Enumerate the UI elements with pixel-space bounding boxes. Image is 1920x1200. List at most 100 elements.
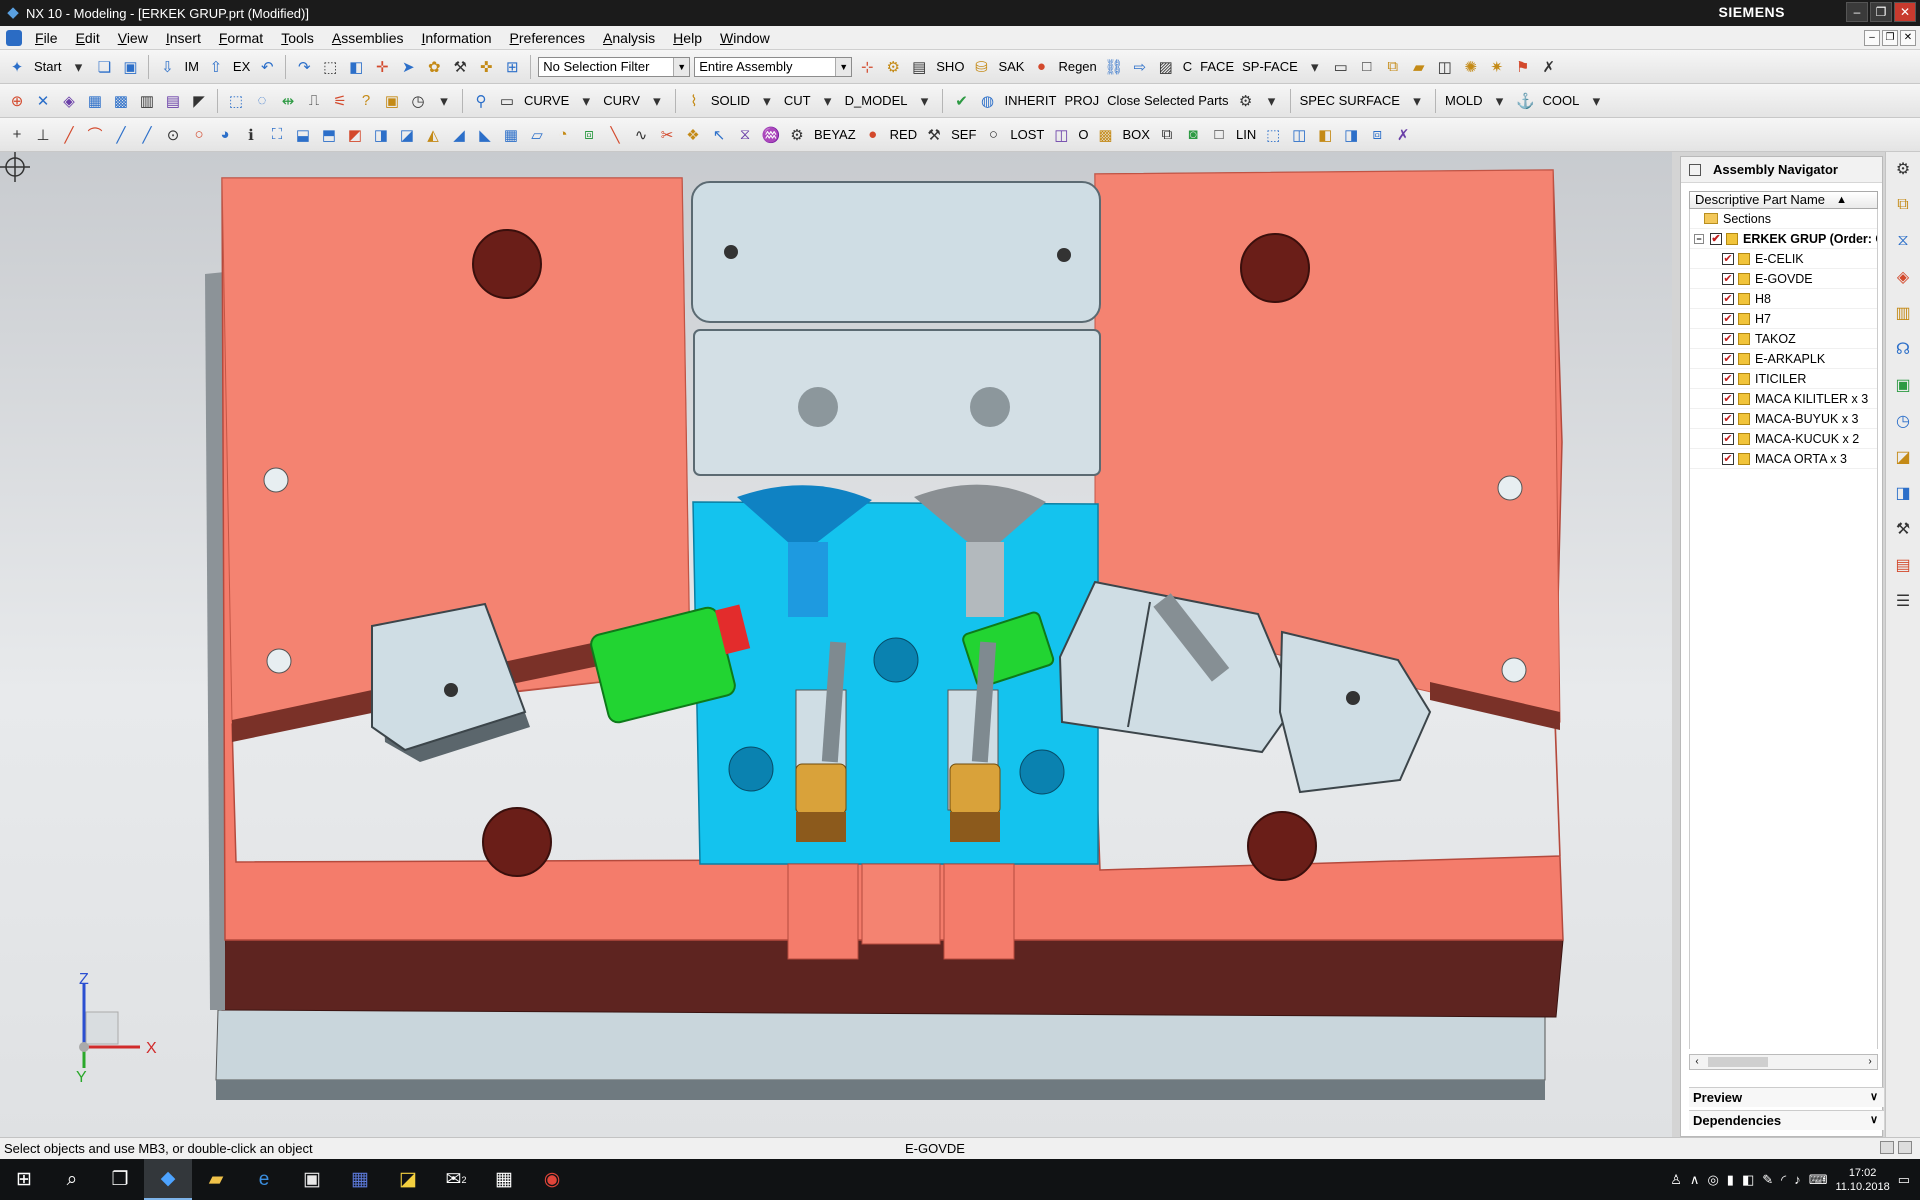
mold-button[interactable]: MOLD <box>1443 93 1485 108</box>
menu-edit[interactable]: Edit <box>67 30 109 46</box>
o-cube-icon[interactable]: ◫ <box>1050 124 1072 146</box>
palette-list-icon[interactable]: ☰ <box>1892 590 1914 612</box>
regen-icon[interactable]: ● <box>1030 56 1052 78</box>
o-button[interactable]: O <box>1076 127 1090 142</box>
dropdown-arrow-icon[interactable]: ▾ <box>1489 90 1511 112</box>
restore-button[interactable]: ❐ <box>1870 2 1892 22</box>
sef-button[interactable]: SEF <box>949 127 978 142</box>
menu-information[interactable]: Information <box>412 30 500 46</box>
visibility-checkbox[interactable]: ✔ <box>1722 272 1734 285</box>
dropdown-arrow-icon[interactable]: ▾ <box>575 90 597 112</box>
diagonal-icon[interactable]: ╲ <box>604 124 626 146</box>
shaded-cube-icon[interactable]: ◩ <box>344 124 366 146</box>
import-button[interactable]: IM <box>182 59 200 74</box>
menu-insert[interactable]: Insert <box>157 30 210 46</box>
link-icon[interactable]: ⛓ <box>1103 56 1125 78</box>
dropdown-arrow-icon[interactable]: ▾ <box>817 90 839 112</box>
import-icon[interactable]: ⇩ <box>156 56 178 78</box>
xform-icon[interactable]: ✗ <box>1392 124 1414 146</box>
menu-tools[interactable]: Tools <box>272 30 323 46</box>
trim-icon[interactable]: ✂ <box>656 124 678 146</box>
menu-file[interactable]: File <box>26 30 67 46</box>
origin-icon[interactable]: ⊕ <box>6 90 28 112</box>
chevron-down-icon[interactable]: ▼ <box>673 57 690 76</box>
tree-row-part[interactable]: ✔ ITICILER <box>1690 369 1877 389</box>
task-view-icon[interactable]: ❐ <box>96 1159 144 1200</box>
view2-icon[interactable]: ◫ <box>1288 124 1310 146</box>
view5-icon[interactable]: ⧈ <box>1366 124 1388 146</box>
new-icon[interactable]: ❏ <box>93 56 115 78</box>
circle-center-icon[interactable]: ⊙ <box>162 124 184 146</box>
gear-icon[interactable]: ⚙ <box>882 56 904 78</box>
tray-pen-icon[interactable]: ✎ <box>1762 1172 1773 1188</box>
menu-help[interactable]: Help <box>664 30 711 46</box>
close-selected-parts-button[interactable]: Close Selected Parts <box>1105 93 1230 108</box>
lasso-icon[interactable]: ◌ <box>251 90 273 112</box>
assembly-icon[interactable]: ❖ <box>682 124 704 146</box>
visibility-checkbox[interactable]: ✔ <box>1722 392 1734 405</box>
sef-icon[interactable]: ⚒ <box>923 124 945 146</box>
minimize-button[interactable]: – <box>1846 2 1868 22</box>
visibility-checkbox[interactable]: ✔ <box>1722 252 1734 265</box>
pattern-icon[interactable]: ▤ <box>162 90 184 112</box>
marker-icon[interactable]: ◤ <box>188 90 210 112</box>
spark-icon[interactable]: ✺ <box>1460 56 1482 78</box>
snap-icon[interactable]: ✛ <box>371 56 393 78</box>
dropdown-arrow-icon[interactable]: ▾ <box>67 56 89 78</box>
sho-icon[interactable]: ▤ <box>908 56 930 78</box>
curve-button[interactable]: CURVE <box>522 93 571 108</box>
tree-row-part[interactable]: ✔ MACA-KUCUK x 2 <box>1690 429 1877 449</box>
doc-minimize-button[interactable]: – <box>1864 30 1880 46</box>
inherit-button[interactable]: INHERIT <box>1002 93 1058 108</box>
spec-surface-button[interactable]: SPEC SURFACE <box>1298 93 1402 108</box>
red-button[interactable]: RED <box>888 127 919 142</box>
clock[interactable]: 17:02 11.10.2018 <box>1835 1166 1889 1194</box>
calculator-icon[interactable]: ▦ <box>480 1159 528 1200</box>
menu-assemblies[interactable]: Assemblies <box>323 30 413 46</box>
selection-filter-combo[interactable]: No Selection Filter ▼ <box>538 56 691 77</box>
tools-icon[interactable]: ✗ <box>1538 56 1560 78</box>
visibility-checkbox[interactable]: ✔ <box>1722 372 1734 385</box>
web-browser-icon[interactable]: ☊ <box>1892 338 1914 360</box>
tree-row-part[interactable]: ✔ E-GOVDE <box>1690 269 1877 289</box>
tray-app2-icon[interactable]: ◧ <box>1742 1172 1754 1188</box>
feature-icon[interactable]: ◭ <box>422 124 444 146</box>
mesh-icon[interactable]: ▦ <box>500 124 522 146</box>
settings-gear-icon[interactable]: ⚙ <box>1892 158 1914 180</box>
arrow-icon[interactable]: ⇨ <box>1129 56 1151 78</box>
box-icon[interactable]: ▩ <box>1095 124 1117 146</box>
manufacturing-icon[interactable]: ▤ <box>1892 554 1914 576</box>
visibility-checkbox[interactable]: ✔ <box>1722 312 1734 325</box>
inherit-icon[interactable]: ◍ <box>976 90 998 112</box>
dropdown-arrow-icon[interactable]: ▾ <box>913 90 935 112</box>
roles-icon[interactable]: ◪ <box>1892 446 1914 468</box>
system-materials-icon[interactable]: ◨ <box>1892 482 1914 504</box>
people-icon[interactable]: ♙ <box>1670 1172 1682 1188</box>
menu-view[interactable]: View <box>109 30 157 46</box>
question-icon[interactable]: ? <box>355 90 377 112</box>
wrench-icon[interactable]: ⚒ <box>449 56 471 78</box>
dropdown-arrow-icon[interactable]: ▾ <box>1406 90 1428 112</box>
clock-icon[interactable]: ◷ <box>407 90 429 112</box>
scroll-right-icon[interactable]: › <box>1863 1055 1877 1069</box>
view4-icon[interactable]: ◨ <box>1340 124 1362 146</box>
menu-preferences[interactable]: Preferences <box>501 30 595 46</box>
line-icon[interactable]: ╱ <box>58 124 80 146</box>
tree-row-part[interactable]: ✔ MACA ORTA x 3 <box>1690 449 1877 469</box>
collapse-icon[interactable]: − <box>1694 233 1704 244</box>
tree-row-part[interactable]: ✔ E-ARKAPLK <box>1690 349 1877 369</box>
cool-icon[interactable]: ⚓ <box>1515 90 1537 112</box>
crosshair-icon[interactable]: + <box>6 124 28 146</box>
selection-scope-combo[interactable]: Entire Assembly ▼ <box>694 56 853 77</box>
redo-icon[interactable]: ↷ <box>293 56 315 78</box>
red-dot-icon[interactable]: ● <box>862 124 884 146</box>
visibility-checkbox[interactable]: ✔ <box>1710 232 1722 245</box>
filter-icon[interactable]: ⊹ <box>856 56 878 78</box>
palette-icon[interactable]: ✿ <box>423 56 445 78</box>
analysis-icon[interactable]: ⚟ <box>329 90 351 112</box>
tray-wifi-icon[interactable]: ◜ <box>1781 1172 1786 1188</box>
face-icon[interactable]: ▱ <box>526 124 548 146</box>
solid-button[interactable]: SOLID <box>709 93 752 108</box>
edge-browser-icon[interactable]: e <box>240 1159 288 1200</box>
table-icon[interactable]: ▩ <box>110 90 132 112</box>
